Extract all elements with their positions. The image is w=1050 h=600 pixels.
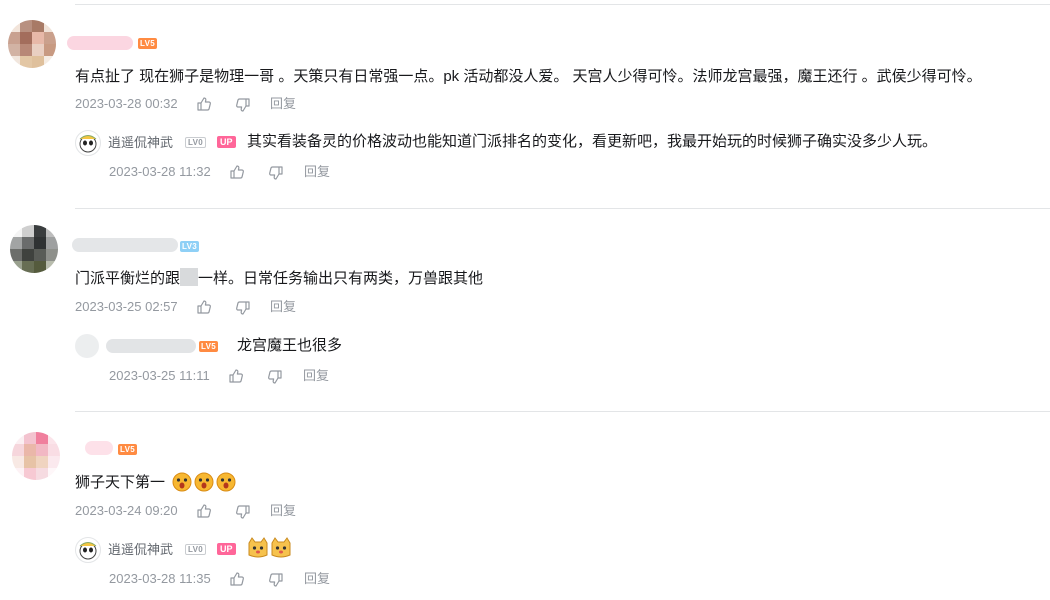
- thumbs-up-icon[interactable]: [228, 368, 244, 384]
- reply-button[interactable]: 回复: [270, 299, 296, 315]
- comment-time: 2023-03-28 00:32: [75, 96, 178, 111]
- comment-text: 狮子天下第一: [75, 472, 165, 494]
- reply-button[interactable]: 回复: [303, 368, 329, 384]
- comment-text-part: 狮子天下第一: [75, 474, 166, 491]
- comment-text-part: 门派平衡烂的跟: [75, 270, 181, 287]
- reply-button[interactable]: 回复: [304, 571, 330, 587]
- up-avatar[interactable]: [75, 537, 101, 563]
- comment-text: 有点扯了 现在狮子是物理一哥 。天策只有日常强一点。pk 活动都没人爱。 天宫人…: [75, 68, 982, 85]
- reply-button[interactable]: 回复: [270, 96, 296, 112]
- up-badge: UP: [217, 543, 236, 555]
- reply-button[interactable]: 回复: [270, 503, 296, 519]
- comment-time: 2023-03-24 09:20: [75, 503, 178, 518]
- comment-time: 2023-03-25 02:57: [75, 299, 178, 314]
- redacted-mosaic: [180, 268, 199, 286]
- user-level-badge: LV5: [199, 341, 218, 352]
- thumbs-up-icon[interactable]: [229, 164, 245, 180]
- user-level-badge: LV5: [118, 444, 137, 455]
- reply-username[interactable]: 逍遥侃神武: [108, 134, 173, 152]
- user-avatar[interactable]: [10, 225, 58, 273]
- username-blurred[interactable]: [72, 238, 178, 252]
- user-level-badge: LV5: [138, 38, 157, 49]
- shocked-emoji-icon: [216, 472, 236, 492]
- username-blurred[interactable]: [106, 339, 196, 353]
- thumbs-down-icon[interactable]: [235, 97, 251, 113]
- username-blurred[interactable]: [85, 441, 113, 455]
- reply-text: 龙宫魔王也很多: [237, 337, 343, 354]
- reply-button[interactable]: 回复: [304, 164, 330, 180]
- thumbs-up-icon[interactable]: [196, 299, 212, 315]
- thumbs-down-icon[interactable]: [235, 504, 251, 520]
- user-level-badge: LV0: [185, 137, 206, 148]
- thumbs-down-icon[interactable]: [267, 369, 283, 385]
- divider: [75, 4, 1050, 5]
- reply-time: 2023-03-28 11:35: [109, 571, 211, 586]
- user-avatar[interactable]: [12, 432, 60, 480]
- cat-emoji-icon: [248, 537, 268, 558]
- thumbs-up-icon[interactable]: [229, 571, 245, 587]
- comment-text-part: 一样。日常任务输出只有两类，万兽跟其他: [198, 270, 484, 287]
- reply-text: 其实看装备灵的价格波动也能知道门派排名的变化，看更新吧，我最开始玩的时候狮子确实…: [247, 133, 938, 150]
- user-level-badge: LV0: [185, 544, 206, 555]
- divider: [75, 411, 1050, 412]
- shocked-emoji-icon: [194, 472, 214, 492]
- divider: [75, 208, 1050, 209]
- user-level-badge: LV3: [180, 241, 199, 252]
- reply-avatar-blurred[interactable]: [75, 334, 99, 358]
- reply-username[interactable]: 逍遥侃神武: [108, 541, 173, 559]
- cat-emoji-icon: [271, 537, 291, 558]
- thumbs-down-icon[interactable]: [268, 165, 284, 181]
- thumbs-down-icon[interactable]: [235, 300, 251, 316]
- shocked-emoji-icon: [172, 472, 192, 492]
- thumbs-down-icon[interactable]: [268, 572, 284, 588]
- thumbs-up-icon[interactable]: [196, 503, 212, 519]
- reply-time: 2023-03-28 11:32: [109, 164, 211, 179]
- thumbs-up-icon[interactable]: [196, 96, 212, 112]
- reply-time: 2023-03-25 11:11: [109, 368, 210, 383]
- user-avatar[interactable]: [8, 20, 56, 68]
- username-blurred[interactable]: [67, 36, 133, 50]
- up-avatar[interactable]: [75, 130, 101, 156]
- comment-text: 门派平衡烂的跟 一样。日常任务输出只有两类，万兽跟其他: [75, 268, 483, 290]
- up-badge: UP: [217, 136, 236, 148]
